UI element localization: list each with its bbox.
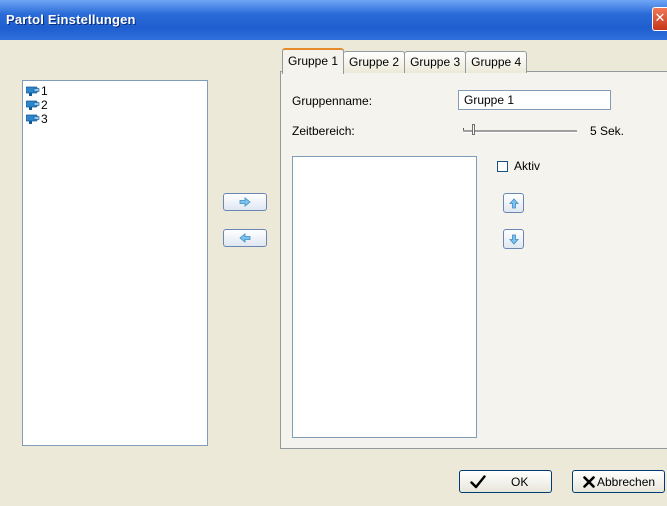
tab-gruppe-2[interactable]: Gruppe 2 [343,51,406,73]
group-camera-list[interactable] [292,156,477,438]
active-label: Aktiv [514,159,541,173]
time-range-slider[interactable] [463,130,577,133]
arrow-left-icon [239,233,251,243]
camera-item[interactable]: 3 [23,112,207,126]
camera-list[interactable]: 1 2 3 [22,80,208,446]
arrow-down-icon [508,234,519,245]
move-up-button[interactable] [503,193,524,213]
move-right-button[interactable] [223,193,267,211]
arrow-right-icon [239,197,251,207]
camera-label: 2 [41,98,48,112]
move-down-button[interactable] [503,229,524,249]
time-range-value: 5 Sek. [590,124,625,138]
tab-gruppe-3[interactable]: Gruppe 3 [404,51,467,73]
move-left-button[interactable] [223,229,267,247]
title-bar: Partol Einstellungen ✕ [0,0,667,40]
close-icon: ✕ [654,11,666,26]
group-name-input[interactable]: Gruppe 1 [458,90,611,110]
camera-label: 1 [41,84,48,98]
camera-label: 3 [41,112,48,126]
camera-icon [26,114,40,124]
ok-button[interactable]: OK [459,470,552,493]
tab-gruppe-4[interactable]: Gruppe 4 [465,51,528,73]
active-checkbox[interactable] [497,161,508,172]
checkmark-icon [470,474,486,488]
x-icon [583,475,595,488]
camera-item[interactable]: 2 [23,98,207,112]
cancel-button[interactable]: Abbrechen [572,470,665,493]
camera-icon [26,100,40,110]
ok-label: OK [511,474,529,489]
camera-item[interactable]: 1 [23,84,207,98]
group-name-label: Gruppenname: [292,94,373,108]
group-tabs: Gruppe 1 Gruppe 2 Gruppe 3 Gruppe 4 [282,48,528,74]
tab-gruppe-1[interactable]: Gruppe 1 [282,48,345,74]
camera-icon [26,86,40,96]
slider-thumb[interactable] [472,124,475,135]
cancel-label: Abbrechen [597,474,656,489]
arrow-up-icon [508,197,519,208]
close-button[interactable]: ✕ [652,7,667,31]
window-title: Partol Einstellungen [6,12,136,27]
time-range-label: Zeitbereich: [292,124,355,138]
